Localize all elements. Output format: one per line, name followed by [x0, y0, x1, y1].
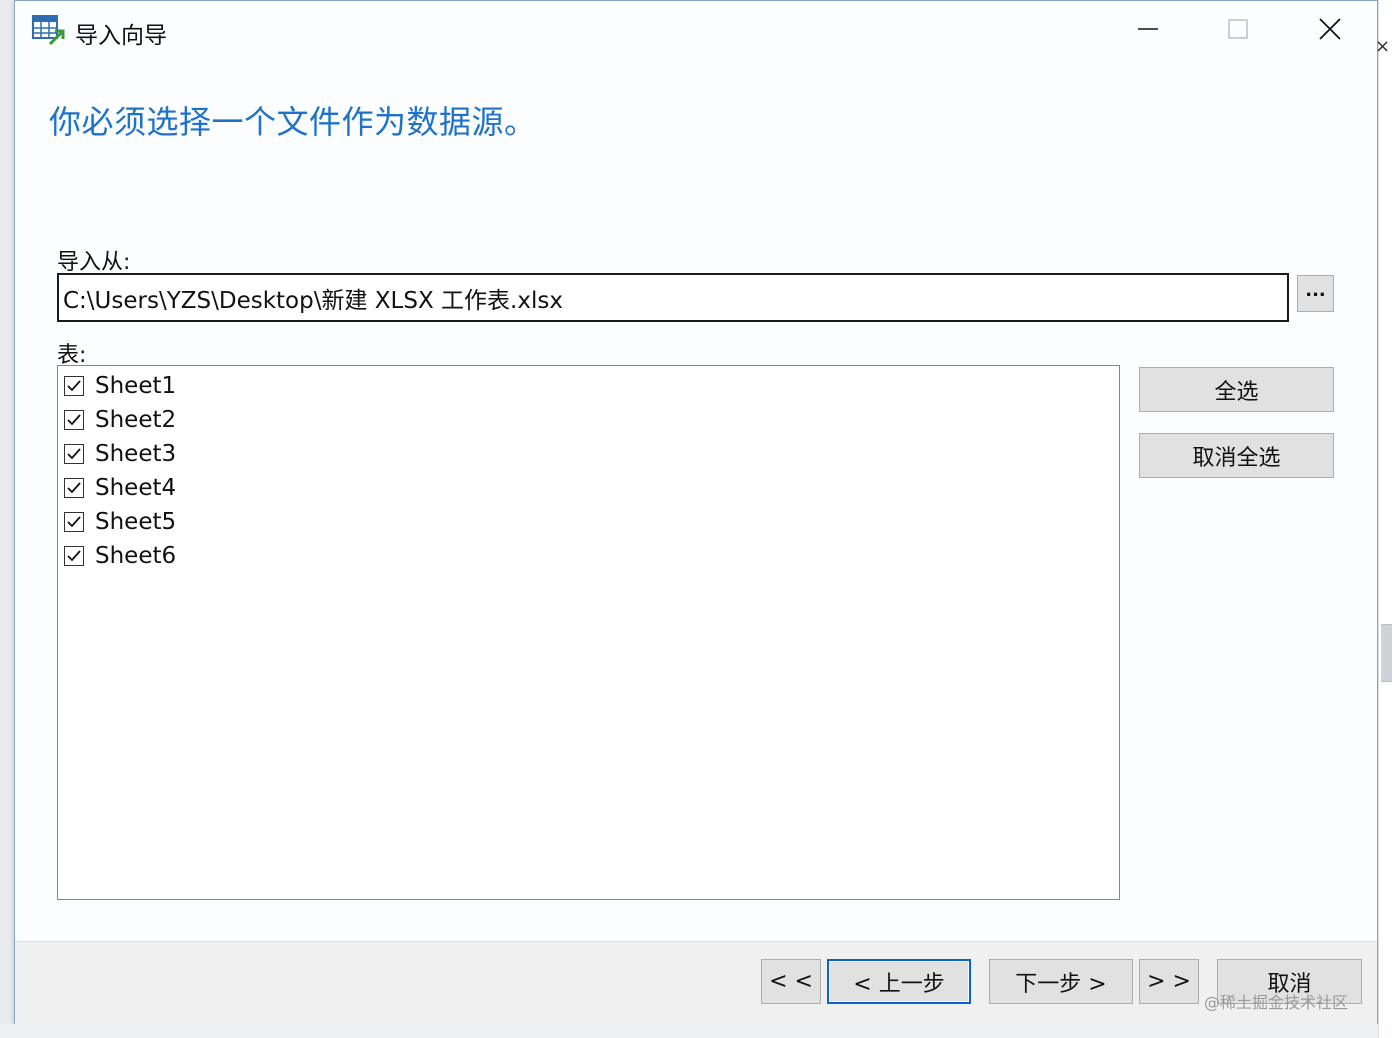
sheet-label: Sheet6	[95, 543, 177, 569]
background-window-edge	[1378, 0, 1392, 1038]
select-all-button[interactable]: 全选	[1139, 367, 1334, 412]
checkbox[interactable]	[64, 410, 84, 430]
background-close-icon: ×	[1375, 36, 1391, 57]
first-step-button[interactable]: < <	[761, 959, 821, 1004]
checkbox[interactable]	[64, 478, 84, 498]
deselect-all-button[interactable]: 取消全选	[1139, 433, 1334, 478]
maximize-button[interactable]	[1215, 9, 1261, 53]
import-from-label: 导入从:	[57, 250, 131, 275]
list-item[interactable]: Sheet1	[64, 371, 176, 401]
checkbox[interactable]	[64, 546, 84, 566]
checkbox[interactable]	[64, 376, 84, 396]
browse-button[interactable]: ...	[1297, 275, 1334, 312]
list-item[interactable]: Sheet6	[64, 541, 176, 571]
sheet-label: Sheet4	[95, 475, 177, 501]
list-item[interactable]: Sheet4	[64, 473, 176, 503]
background-scrollbar	[1381, 624, 1392, 682]
sheet-label: Sheet3	[95, 441, 177, 467]
window-title: 导入向导	[75, 23, 167, 49]
file-path-input[interactable]	[57, 273, 1289, 322]
import-wizard-window: 导入向导 你必须选择一个文件作为数据源。 导入从: ... 表: Sheet1	[14, 0, 1378, 1025]
minimize-button[interactable]	[1125, 9, 1171, 53]
wizard-footer: < < < 上一步 下一步 > > > 取消	[15, 941, 1377, 1025]
maximize-icon	[1227, 18, 1249, 44]
back-button[interactable]: < 上一步	[827, 959, 971, 1004]
list-item[interactable]: Sheet5	[64, 507, 176, 537]
table-import-icon	[32, 14, 66, 46]
page-heading: 你必须选择一个文件作为数据源。	[49, 103, 537, 141]
sheet-label: Sheet1	[95, 373, 177, 399]
list-item[interactable]: Sheet3	[64, 439, 176, 469]
close-button[interactable]	[1307, 9, 1353, 53]
sheet-label: Sheet2	[95, 407, 177, 433]
sheet-list[interactable]: Sheet1 Sheet2 Sheet3 Sheet4 Sheet5 Sheet…	[57, 365, 1120, 900]
minimize-icon	[1137, 18, 1159, 44]
next-button[interactable]: 下一步 >	[989, 959, 1133, 1004]
watermark: @稀土掘金技术社区	[1204, 993, 1349, 1012]
desktop-background	[0, 1024, 1378, 1038]
list-item[interactable]: Sheet2	[64, 405, 176, 435]
last-step-button[interactable]: > >	[1139, 959, 1199, 1004]
sheet-label: Sheet5	[95, 509, 177, 535]
title-bar[interactable]: 导入向导	[15, 1, 1377, 61]
close-icon	[1318, 17, 1342, 45]
checkbox[interactable]	[64, 444, 84, 464]
checkbox[interactable]	[64, 512, 84, 532]
